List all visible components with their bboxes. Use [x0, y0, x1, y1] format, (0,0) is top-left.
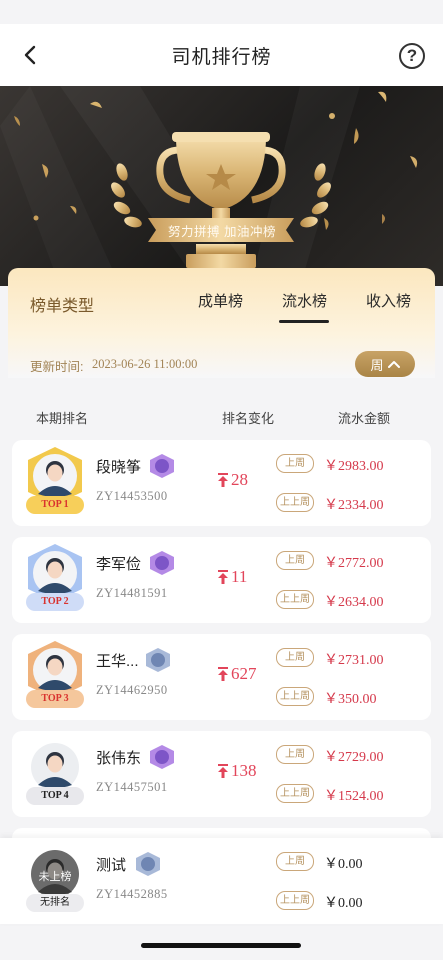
ranking-row[interactable]: TOP 2 李军俭 ZY14481591 11 上周 ￥2772.00 上上周 … [12, 537, 431, 623]
driver-id: ZY14462950 [96, 683, 168, 697]
last-week-amount: ￥2731.00 [324, 653, 384, 668]
driver-name: 王华... [96, 653, 139, 670]
ranking-row[interactable]: TOP 1 段晓筝 ZY14453500 28 上周 ￥2983.00 上上周 … [12, 440, 431, 526]
rank-badge: TOP 1 [26, 496, 84, 514]
driver-name: 李军俭 [96, 556, 142, 573]
column-rank: 本期排名 [36, 411, 89, 426]
avatar: TOP 1 [24, 446, 86, 514]
board-type-label: 榜单类型 [30, 298, 95, 315]
driver-id: ZY14457501 [96, 780, 168, 794]
avatar: TOP 2 [24, 543, 86, 611]
week-before-amount: ￥1524.00 [324, 789, 384, 804]
update-time-value: 2023-06-26 11:00:00 [92, 357, 198, 371]
rank-badge: TOP 4 [26, 787, 84, 805]
rank-badge: 无排名 [26, 894, 84, 912]
medal-icon [150, 745, 174, 769]
driver-name: 张伟东 [96, 750, 142, 767]
last-week-tag: 上周 [276, 454, 314, 473]
rank-change-value: 627 [231, 664, 257, 683]
avatar: 未上榜 无排名 [24, 844, 86, 912]
rank-change-value: 11 [231, 567, 248, 586]
arrow-up-icon [218, 570, 228, 584]
week-before-amount: ￥350.00 [324, 692, 377, 707]
week-before-amount: ￥2634.00 [324, 595, 384, 610]
arrow-up-icon [218, 473, 228, 487]
last-week-tag: 上周 [276, 551, 314, 570]
last-week-tag: 上周 [276, 745, 314, 764]
help-icon[interactable]: ? [399, 43, 425, 69]
last-week-tag: 上周 [276, 852, 314, 871]
last-week-amount: ￥2772.00 [324, 556, 384, 571]
rank-change: 11 [218, 567, 247, 587]
last-week-tag: 上周 [276, 648, 314, 667]
banner-slogan: 努力拼搏 加油冲榜 [168, 225, 276, 239]
driver-name: 段晓筝 [96, 459, 142, 476]
week-before-tag: 上上周 [276, 493, 314, 512]
week-before-tag: 上上周 [276, 891, 314, 910]
week-before-tag: 上上周 [276, 590, 314, 609]
last-week-amount: ￥2729.00 [324, 750, 384, 765]
ranking-row[interactable]: TOP 4 张伟东 ZY14457501 138 上周 ￥2729.00 上上周… [12, 731, 431, 817]
column-amount: 流水金额 [338, 411, 391, 426]
column-change: 排名变化 [222, 411, 275, 426]
status-bar [0, 0, 443, 24]
board-panel: 榜单类型 成单榜 流水榜 收入榜 更新时间: 2023-06-26 11:00:… [8, 268, 435, 378]
last-week-amount: ￥0.00 [324, 857, 363, 872]
medal-icon [150, 551, 174, 575]
rank-badge: TOP 3 [26, 690, 84, 708]
driver-id: ZY14452885 [96, 887, 168, 901]
unranked-avatar-text: 未上榜 [38, 871, 72, 883]
week-before-tag: 上上周 [276, 687, 314, 706]
rank-change-value: 138 [231, 761, 257, 780]
tab-orders[interactable]: 成单榜 [198, 290, 243, 311]
week-before-amount: ￥2334.00 [324, 498, 384, 513]
trophy-illustration [14, 86, 418, 286]
period-label: 周 [370, 357, 384, 373]
period-select-button[interactable]: 周 [355, 351, 415, 377]
tab-income[interactable]: 收入榜 [366, 290, 411, 311]
week-before-tag: 上上周 [276, 784, 314, 803]
last-week-amount: ￥2983.00 [324, 459, 384, 474]
medal-icon [150, 454, 174, 478]
update-time-label: 更新时间: [30, 360, 84, 374]
chevron-up-icon [387, 361, 400, 368]
back-icon[interactable] [18, 42, 44, 68]
rank-change: 627 [218, 664, 257, 684]
driver-id: ZY14453500 [96, 489, 168, 503]
page-title: 司机排行榜 [171, 46, 272, 68]
arrow-up-icon [218, 667, 228, 681]
rank-change-value: 28 [231, 470, 248, 489]
trophy-banner [0, 86, 443, 286]
driver-id: ZY14481591 [96, 586, 168, 600]
tab-turnover[interactable]: 流水榜 [282, 290, 327, 311]
my-rank-row[interactable]: 未上榜 无排名 测试 ZY14452885 上周 ￥0.00 上上周 ￥0.00 [0, 838, 443, 924]
medal-icon [146, 648, 170, 672]
avatar: TOP 3 [24, 640, 86, 708]
nav-bar: 司机排行榜 ? [0, 24, 443, 86]
home-indicator [141, 943, 301, 948]
driver-name: 测试 [96, 857, 127, 874]
rank-change: 28 [218, 470, 248, 490]
avatar: TOP 4 [24, 737, 86, 805]
week-before-amount: ￥0.00 [324, 896, 363, 911]
tab-active-indicator [279, 320, 329, 323]
medal-icon [136, 852, 160, 876]
rank-change: 138 [218, 761, 257, 781]
arrow-up-icon [218, 764, 228, 778]
rank-badge: TOP 2 [26, 593, 84, 611]
ranking-row[interactable]: TOP 3 王华... ZY14462950 627 上周 ￥2731.00 上… [12, 634, 431, 720]
